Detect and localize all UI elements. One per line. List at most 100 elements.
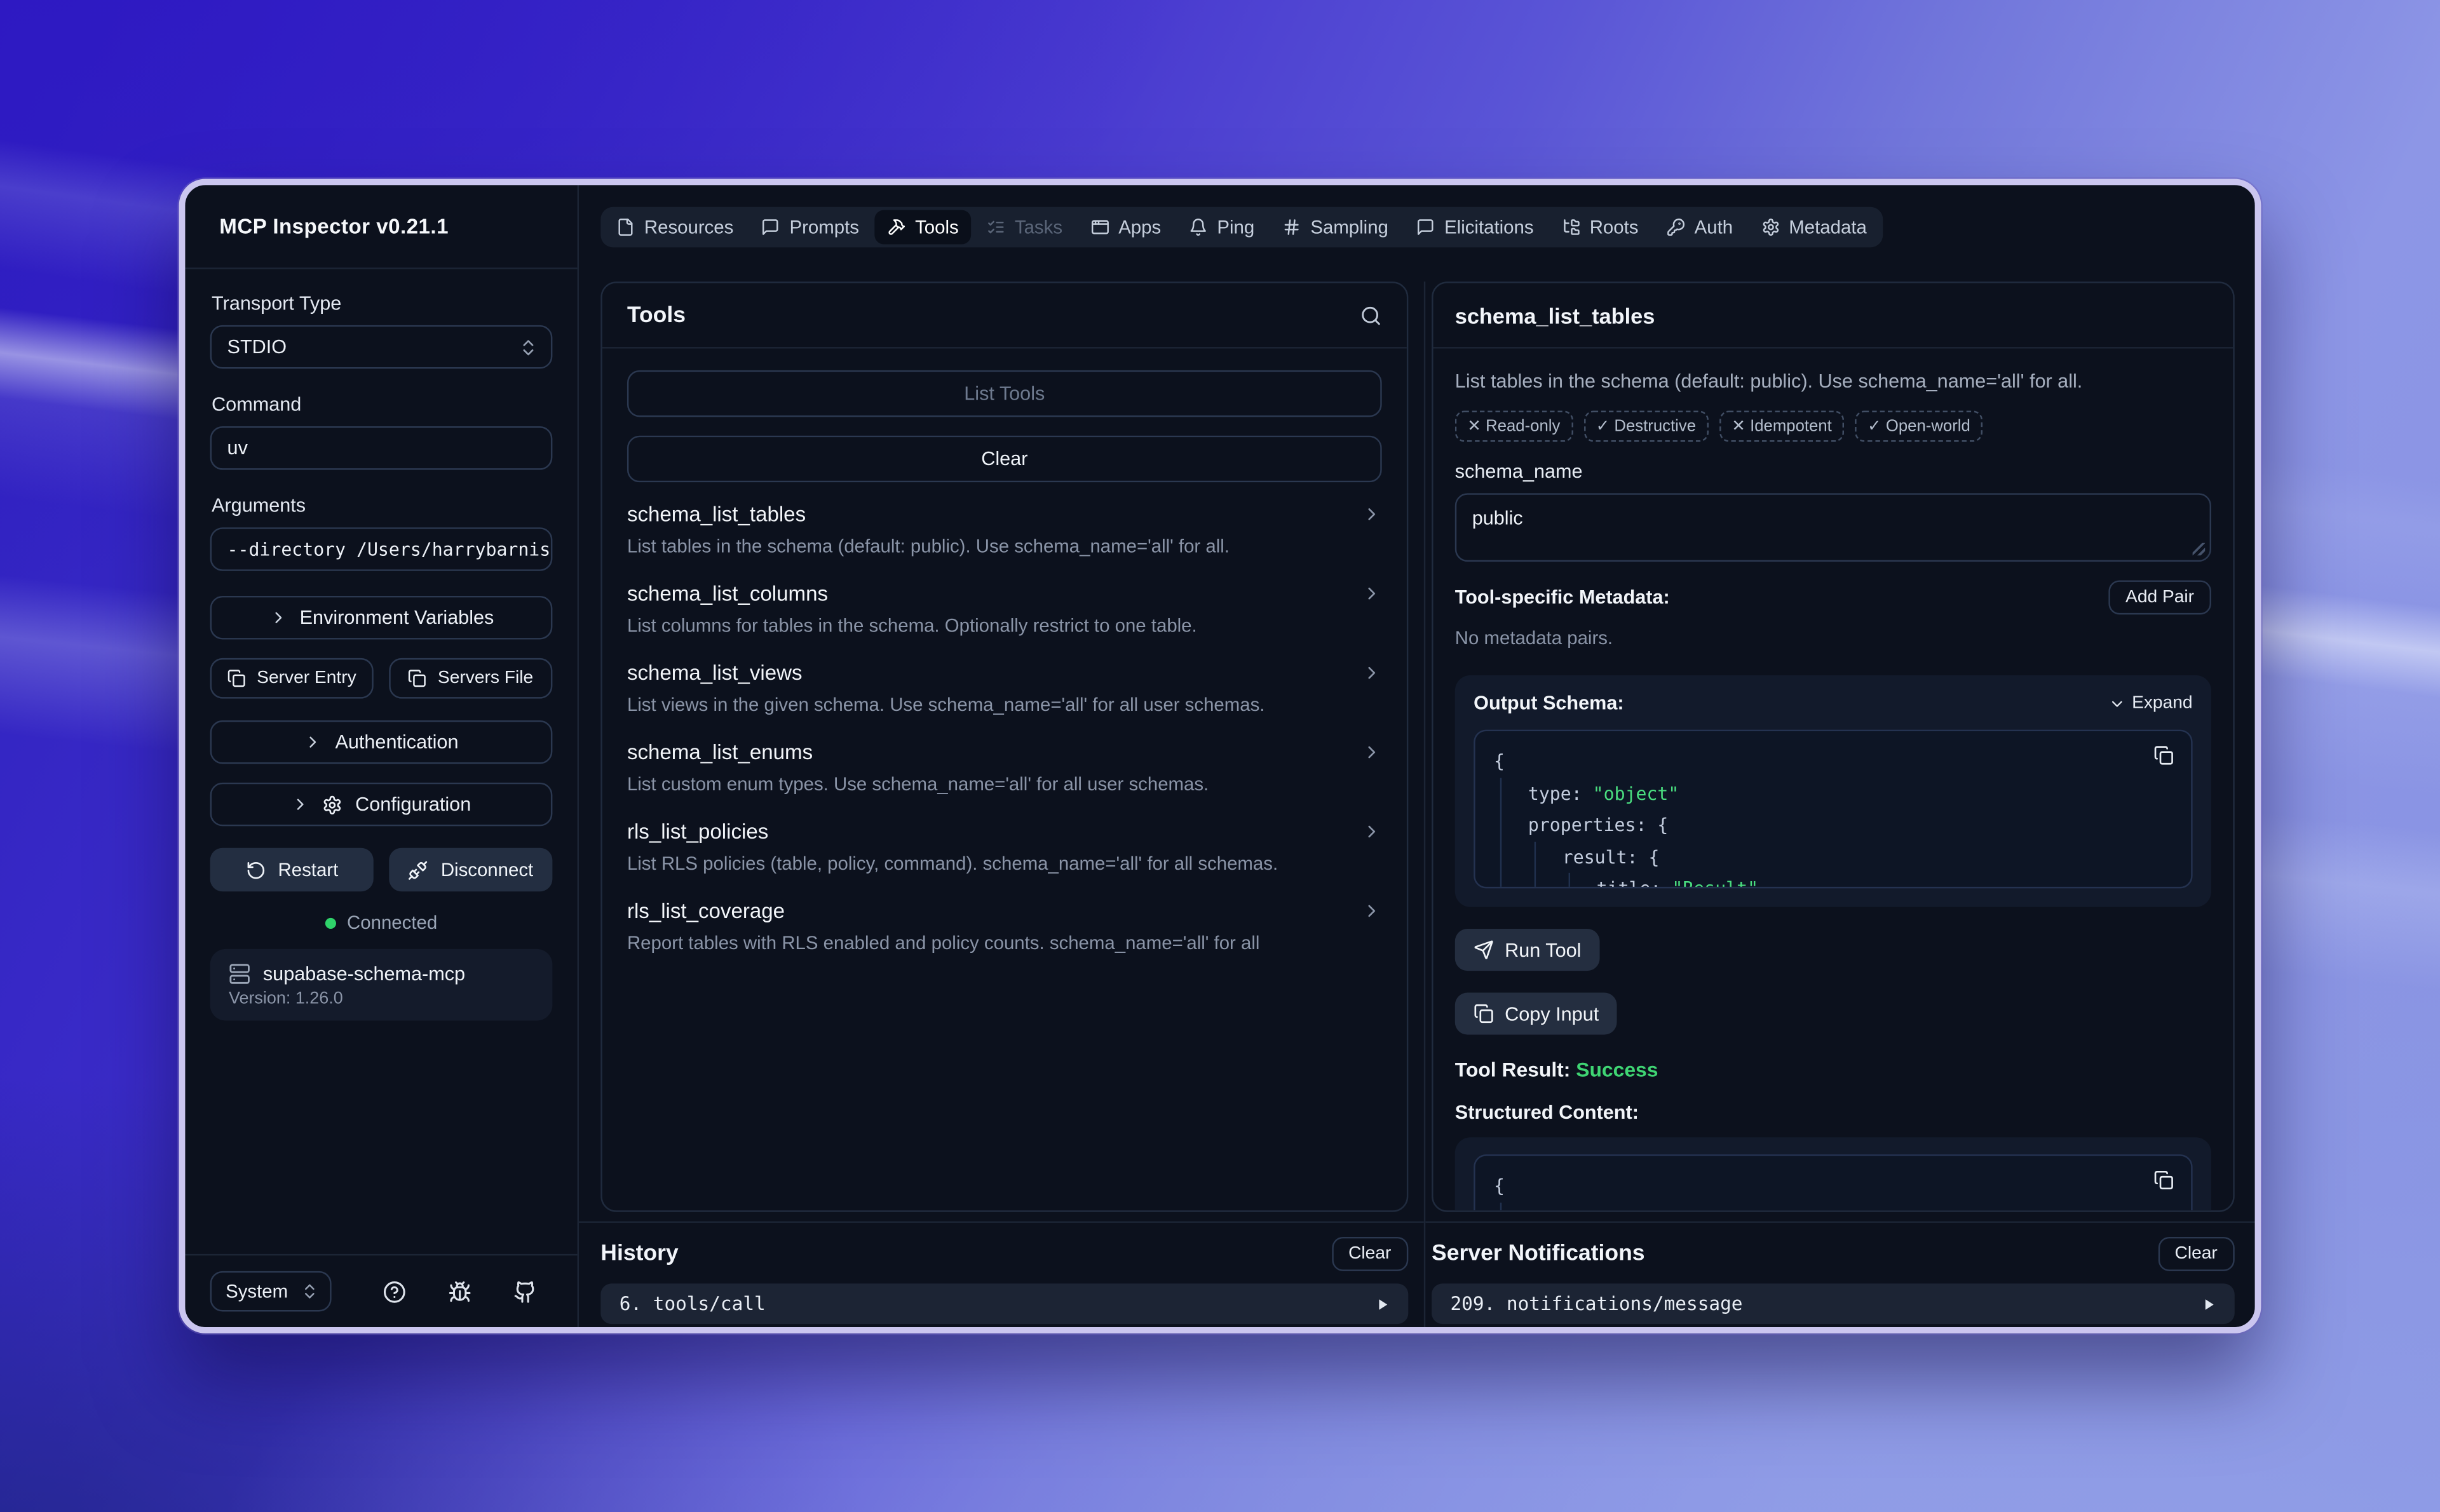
folder-tree-icon bbox=[1562, 218, 1580, 236]
tab-tools[interactable]: Tools bbox=[874, 210, 971, 245]
environment-variables-label: Environment Variables bbox=[300, 607, 494, 628]
history-title: History bbox=[600, 1241, 678, 1266]
tool-result-value: Success bbox=[1576, 1058, 1658, 1081]
send-icon bbox=[1474, 940, 1494, 960]
chevron-right-icon bbox=[1362, 663, 1382, 683]
history-clear-button[interactable]: Clear bbox=[1331, 1237, 1408, 1271]
tab-auth[interactable]: Auth bbox=[1654, 210, 1745, 245]
notifications-clear-button[interactable]: Clear bbox=[2158, 1237, 2235, 1271]
server-entry-button[interactable]: Server Entry bbox=[210, 658, 374, 699]
configuration-button[interactable]: Configuration bbox=[210, 783, 553, 827]
history-item[interactable]: 6. tools/call bbox=[600, 1283, 1408, 1324]
authentication-label: Authentication bbox=[335, 731, 458, 753]
tool-list-item[interactable]: schema_list_views List views in the give… bbox=[627, 641, 1382, 720]
list-tools-button[interactable]: List Tools bbox=[627, 370, 1382, 417]
notification-item[interactable]: 209. notifications/message bbox=[1432, 1283, 2235, 1324]
tool-list-item[interactable]: schema_list_columns List columns for tab… bbox=[627, 562, 1382, 641]
copy-icon[interactable] bbox=[2153, 1170, 2174, 1191]
detail-title: schema_list_tables bbox=[1455, 302, 1655, 327]
status-dot-icon bbox=[325, 917, 336, 928]
add-pair-button[interactable]: Add Pair bbox=[2108, 580, 2211, 614]
tool-detail-panel: schema_list_tables List tables in the sc… bbox=[1432, 281, 2235, 1212]
structured-content-code: { result: "[ bbox=[1474, 1154, 2192, 1210]
tool-description: List custom enum types. Use schema_name=… bbox=[627, 773, 1382, 795]
mcp-inspector-window: MCP Inspector v0.21.1 Transport Type STD… bbox=[179, 179, 2261, 1333]
hash-icon bbox=[1282, 218, 1301, 236]
tool-result-label: Tool Result: bbox=[1455, 1058, 1571, 1081]
schema-name-label: schema_name bbox=[1455, 461, 2211, 482]
clear-tools-button[interactable]: Clear bbox=[627, 436, 1382, 482]
schema-name-input[interactable]: public bbox=[1455, 493, 2211, 562]
chevron-right-icon bbox=[1362, 901, 1382, 921]
tab-prompts[interactable]: Prompts bbox=[749, 210, 872, 245]
badge-read-only: ✕ Read-only bbox=[1455, 411, 1573, 442]
github-icon[interactable] bbox=[513, 1279, 537, 1303]
server-notifications-title: Server Notifications bbox=[1432, 1241, 1645, 1266]
authentication-button[interactable]: Authentication bbox=[210, 720, 553, 764]
arguments-input[interactable]: --directory /Users/harrybarnish bbox=[210, 527, 553, 571]
tab-tasks[interactable]: Tasks bbox=[974, 210, 1074, 245]
restart-button[interactable]: Restart bbox=[210, 848, 374, 892]
arguments-value: --directory /Users/harrybarnish bbox=[227, 538, 553, 560]
chevron-right-icon bbox=[1362, 504, 1382, 524]
server-name: supabase-schema-mcp bbox=[263, 963, 465, 985]
tool-description: Report tables with RLS enabled and polic… bbox=[627, 932, 1382, 954]
tool-annotation-badges: ✕ Read-only ✓ Destructive ✕ Idempotent ✓… bbox=[1455, 411, 2211, 442]
history-item-text: 6. tools/call bbox=[620, 1293, 766, 1314]
restart-icon bbox=[245, 860, 266, 880]
search-icon[interactable] bbox=[1360, 304, 1381, 326]
servers-file-button[interactable]: Servers File bbox=[389, 658, 552, 699]
output-schema-code: { type: "object" properties: { result: { bbox=[1474, 730, 2192, 889]
output-schema-card: Output Schema: Expand bbox=[1455, 675, 2211, 907]
tool-description: List RLS policies (table, policy, comman… bbox=[627, 853, 1382, 874]
chevrons-up-down-icon bbox=[518, 337, 539, 357]
structured-content-label: Structured Content: bbox=[1455, 1102, 2211, 1123]
gear-icon bbox=[1761, 218, 1779, 236]
run-tool-button[interactable]: Run Tool bbox=[1455, 929, 1600, 971]
tab-elicitations[interactable]: Elicitations bbox=[1404, 210, 1546, 245]
file-icon bbox=[616, 218, 635, 236]
theme-select[interactable]: System bbox=[210, 1271, 332, 1312]
server-card[interactable]: supabase-schema-mcp Version: 1.26.0 bbox=[210, 949, 553, 1021]
badge-destructive: ✓ Destructive bbox=[1583, 411, 1709, 442]
disconnect-button[interactable]: Disconnect bbox=[389, 848, 552, 892]
tab-resources[interactable]: Resources bbox=[604, 210, 746, 245]
chevron-down-icon bbox=[2108, 694, 2125, 712]
tool-list-item[interactable]: rls_list_policies List RLS policies (tab… bbox=[627, 800, 1382, 879]
copy-icon[interactable] bbox=[2153, 745, 2174, 766]
server-icon bbox=[229, 963, 250, 985]
structured-content-card: { result: "[ bbox=[1455, 1137, 2211, 1210]
history-section: History Clear 6. tools/call bbox=[579, 1221, 1424, 1327]
list-checks-icon bbox=[987, 218, 1005, 236]
help-icon[interactable] bbox=[383, 1279, 406, 1303]
transport-type-select[interactable]: STDIO bbox=[210, 325, 553, 369]
servers-file-label: Servers File bbox=[438, 669, 533, 687]
tab-apps[interactable]: Apps bbox=[1078, 210, 1174, 245]
tool-list-item[interactable]: schema_list_tables List tables in the sc… bbox=[627, 482, 1382, 562]
environment-variables-button[interactable]: Environment Variables bbox=[210, 596, 553, 640]
badge-open-world: ✓ Open-world bbox=[1855, 411, 1983, 442]
notification-item-text: 209. notifications/message bbox=[1450, 1293, 1742, 1314]
bug-report-icon[interactable] bbox=[448, 1279, 471, 1303]
tools-panel-title: Tools bbox=[627, 302, 686, 327]
tool-list-item[interactable]: rls_list_coverage Report tables with RLS… bbox=[627, 879, 1382, 959]
chevron-right-icon bbox=[269, 609, 287, 627]
status-label: Connected bbox=[347, 912, 437, 933]
message-icon bbox=[1416, 218, 1435, 236]
message-icon bbox=[761, 218, 780, 236]
tab-metadata[interactable]: Metadata bbox=[1749, 210, 1880, 245]
copy-icon bbox=[227, 669, 246, 687]
tool-name: rls_list_coverage bbox=[627, 900, 785, 923]
copy-icon bbox=[408, 669, 426, 687]
unplug-icon bbox=[408, 860, 428, 880]
tool-list-item[interactable]: schema_list_enums List custom enum types… bbox=[627, 720, 1382, 800]
tab-sampling[interactable]: Sampling bbox=[1270, 210, 1401, 245]
theme-value: System bbox=[226, 1281, 288, 1302]
detail-description: List tables in the schema (default: publ… bbox=[1455, 370, 2211, 392]
expand-toggle[interactable]: Expand bbox=[2108, 694, 2192, 712]
tab-ping[interactable]: Ping bbox=[1177, 210, 1267, 245]
chevrons-up-down-icon bbox=[301, 1282, 319, 1300]
tab-roots[interactable]: Roots bbox=[1549, 210, 1651, 245]
command-input[interactable]: uv bbox=[210, 426, 553, 470]
copy-input-button[interactable]: Copy Input bbox=[1455, 992, 1618, 1034]
